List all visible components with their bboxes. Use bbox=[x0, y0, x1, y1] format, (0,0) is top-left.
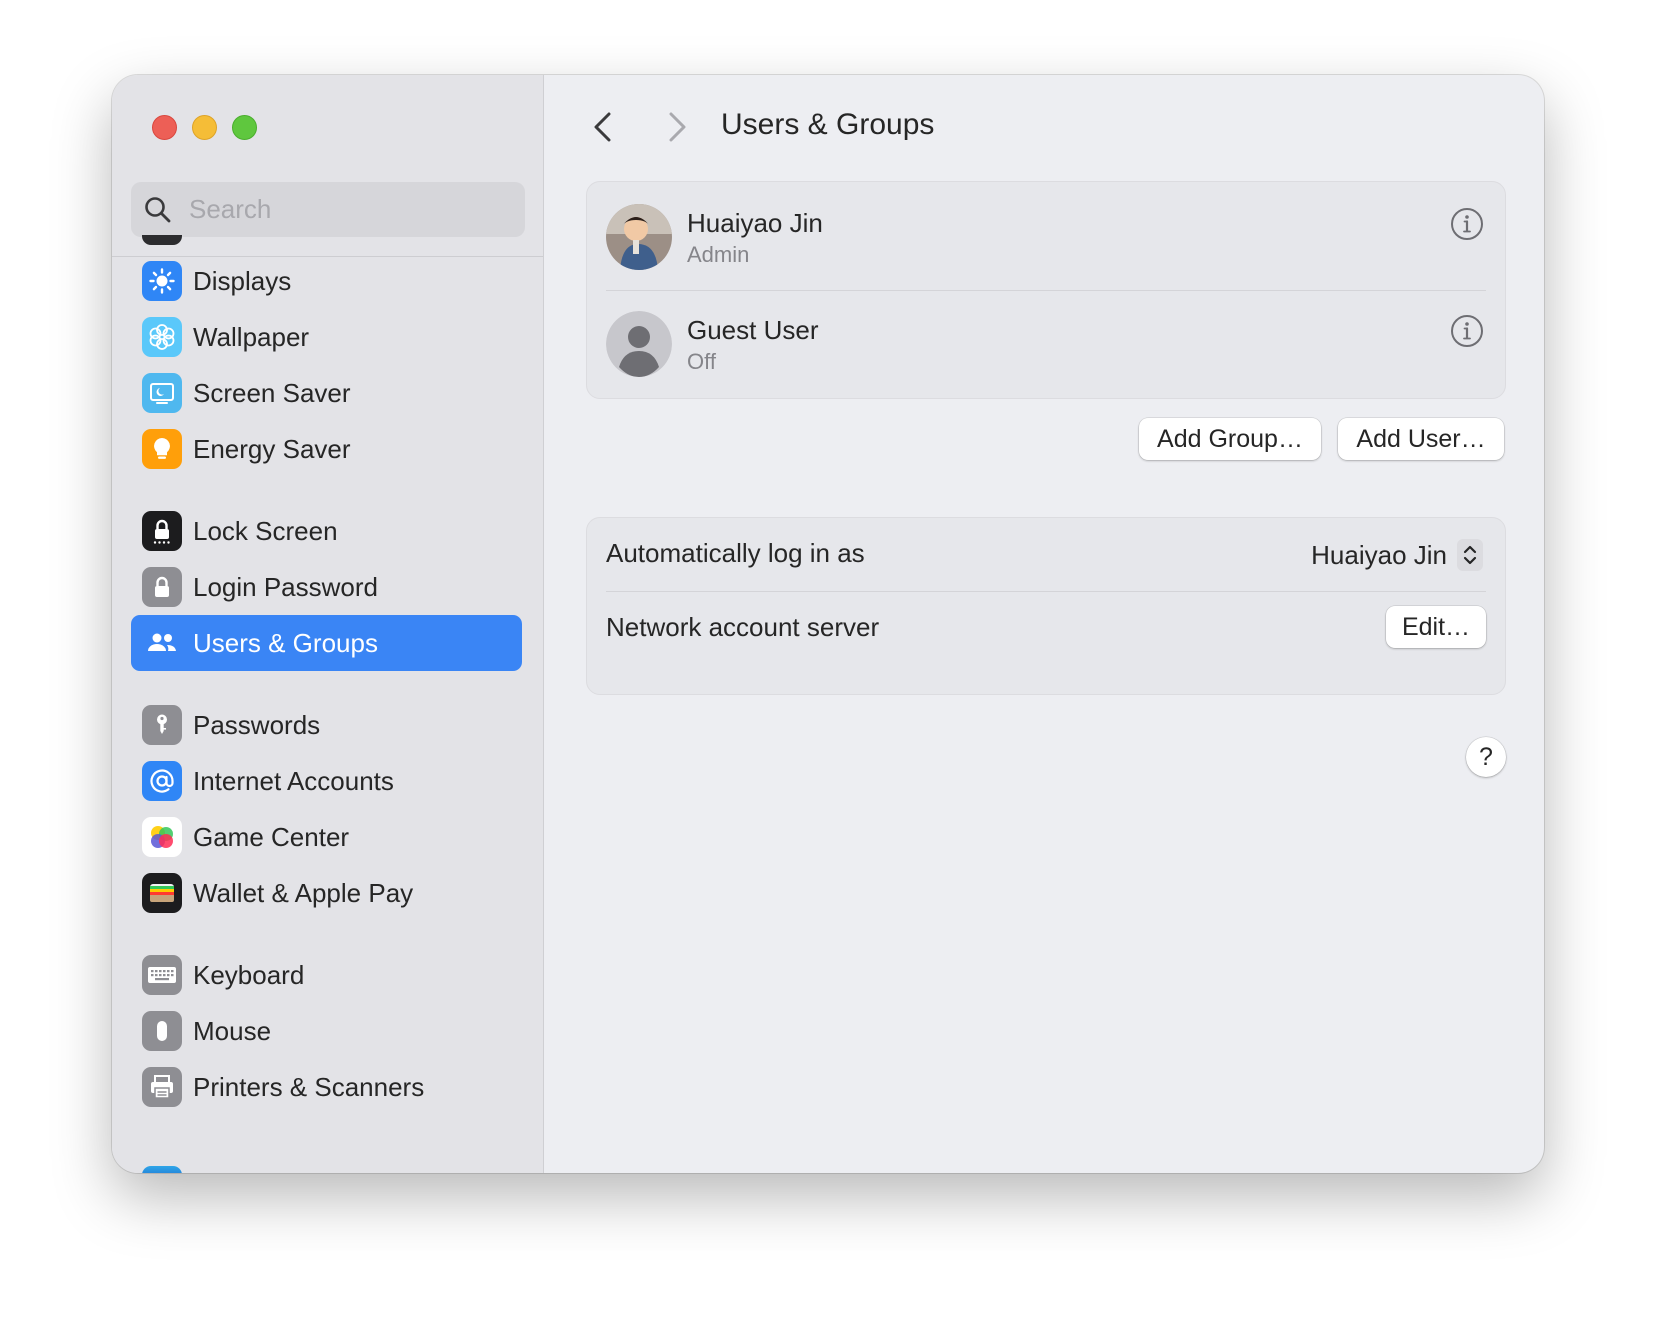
sidebar-item-label: Screen Saver bbox=[193, 378, 351, 408]
lightbulb-icon bbox=[142, 429, 182, 469]
user-row-huaiyao-jin[interactable]: Huaiyao Jin Admin bbox=[587, 182, 1505, 290]
sidebar-item-wallet-apple-pay[interactable]: Wallet & Apple Pay bbox=[131, 865, 522, 921]
page-title: Users & Groups bbox=[721, 108, 935, 141]
sidebar-item-passwords[interactable]: Passwords bbox=[131, 697, 522, 753]
sidebar-item-label: Wallpaper bbox=[193, 322, 310, 352]
flower-icon bbox=[142, 317, 182, 357]
search-input[interactable] bbox=[187, 193, 511, 226]
sidebar-item-internet-accounts[interactable]: Internet Accounts bbox=[131, 753, 522, 809]
sidebar-item-label: Users & Groups bbox=[193, 628, 378, 658]
auto-login-value: Huaiyao Jin bbox=[1311, 539, 1447, 570]
user-role: Off bbox=[687, 349, 716, 374]
info-icon bbox=[1451, 315, 1483, 347]
sidebar: Displays Wallpaper bbox=[112, 75, 544, 1173]
printer-icon bbox=[142, 1067, 182, 1107]
sidebar-item-label: Printers & Scanners bbox=[193, 1072, 425, 1102]
sidebar-item-wallpaper[interactable]: Wallpaper bbox=[131, 309, 522, 365]
user-row-guest-user[interactable]: Guest User Off bbox=[587, 291, 1505, 399]
chevron-left-icon bbox=[594, 112, 611, 142]
sidebar-item-label: Mouse bbox=[193, 1016, 272, 1046]
sidebar-item-energy-saver[interactable]: Energy Saver bbox=[131, 421, 522, 477]
sidebar-item-mouse[interactable]: Mouse bbox=[131, 1003, 522, 1059]
system-settings-window: Displays Wallpaper bbox=[112, 75, 1544, 1173]
sidebar-item-label: Lock Screen bbox=[193, 516, 338, 546]
partially-visible-item-icon bbox=[142, 1166, 182, 1173]
back-button[interactable] bbox=[584, 107, 624, 147]
minimize-window-button[interactable] bbox=[192, 115, 217, 140]
user-info-button[interactable] bbox=[1449, 206, 1485, 242]
sidebar-item-lock-screen[interactable]: Lock Screen bbox=[131, 503, 522, 559]
photo-avatar bbox=[606, 204, 672, 270]
generic-person-avatar bbox=[606, 311, 672, 377]
login-settings-card: Automatically log in as Huaiyao Jin Netw… bbox=[586, 517, 1506, 695]
chevron-right-icon bbox=[669, 112, 686, 142]
sidebar-item-label: Displays bbox=[193, 266, 292, 296]
mouse-icon bbox=[142, 1011, 182, 1051]
sidebar-item-displays[interactable]: Displays bbox=[131, 253, 522, 309]
user-name: Huaiyao Jin bbox=[687, 208, 823, 238]
wallet-icon bbox=[142, 873, 182, 913]
sidebar-item-label: Energy Saver bbox=[193, 434, 351, 464]
zoom-window-button[interactable] bbox=[232, 115, 257, 140]
game-center-icon bbox=[142, 817, 182, 857]
info-icon bbox=[1451, 208, 1483, 240]
sidebar-item-label: Passwords bbox=[193, 710, 321, 740]
key-icon bbox=[142, 705, 182, 745]
users-icon bbox=[142, 623, 182, 663]
search-field[interactable] bbox=[131, 182, 525, 237]
network-edit-button[interactable]: Edit… bbox=[1386, 606, 1486, 648]
search-icon bbox=[145, 196, 171, 222]
lock-screen-icon bbox=[142, 511, 182, 551]
sidebar-item-label: Internet Accounts bbox=[193, 766, 394, 796]
user-role: Admin bbox=[687, 242, 750, 267]
close-window-button[interactable] bbox=[152, 115, 177, 140]
sidebar-item-label: Keyboard bbox=[193, 960, 305, 990]
forward-button[interactable] bbox=[656, 107, 696, 147]
row-divider bbox=[606, 591, 1486, 592]
help-button[interactable]: ? bbox=[1466, 737, 1506, 777]
users-list-card: Huaiyao Jin Admin Guest User Off bbox=[586, 181, 1506, 399]
add-user-button[interactable]: Add User… bbox=[1338, 418, 1504, 460]
user-name: Guest User bbox=[687, 315, 819, 345]
network-account-label: Network account server bbox=[606, 612, 880, 642]
lock-icon bbox=[142, 567, 182, 607]
at-icon bbox=[142, 761, 182, 801]
screen-saver-icon bbox=[142, 373, 182, 413]
auto-login-label: Automatically log in as bbox=[606, 538, 865, 568]
sidebar-item-printers-scanners[interactable]: Printers & Scanners bbox=[131, 1059, 522, 1115]
sidebar-item-label: Game Center bbox=[193, 822, 350, 852]
sidebar-item-label: Wallet & Apple Pay bbox=[193, 878, 414, 908]
sun-icon bbox=[142, 261, 182, 301]
up-down-chevron-icon bbox=[1457, 539, 1483, 571]
auto-login-popup[interactable]: Huaiyao Jin bbox=[1311, 538, 1483, 572]
sidebar-item-label: Login Password bbox=[193, 572, 378, 602]
sidebar-item-login-password[interactable]: Login Password bbox=[131, 559, 522, 615]
sidebar-item-game-center[interactable]: Game Center bbox=[131, 809, 522, 865]
keyboard-icon bbox=[142, 955, 182, 995]
sidebar-item-screen-saver[interactable]: Screen Saver bbox=[131, 365, 522, 421]
sidebar-item-users-groups[interactable]: Users & Groups bbox=[131, 615, 522, 671]
scrolled-item-fragment bbox=[142, 235, 182, 245]
add-group-button[interactable]: Add Group… bbox=[1139, 418, 1321, 460]
user-info-button[interactable] bbox=[1449, 313, 1485, 349]
sidebar-item-keyboard[interactable]: Keyboard bbox=[131, 947, 522, 1003]
